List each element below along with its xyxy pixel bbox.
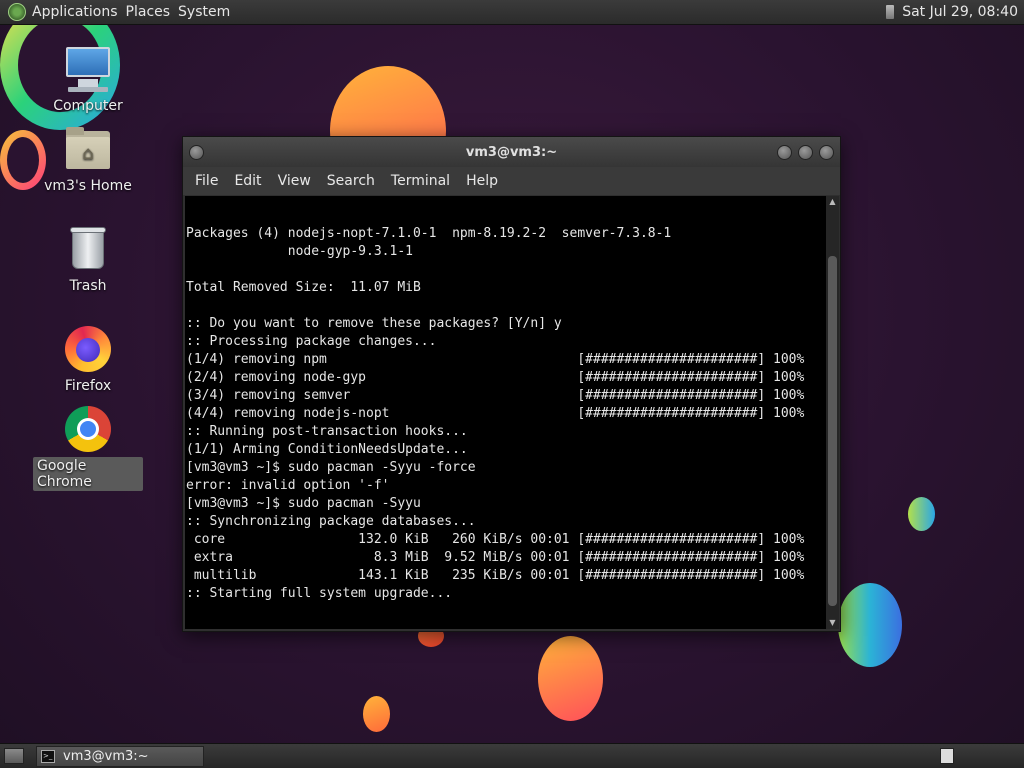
firefox-icon (64, 325, 112, 373)
bottom-panel: >_ vm3@vm3:~ (0, 743, 1024, 768)
terminal-line: error: invalid option '-f' (186, 478, 390, 493)
scroll-up-arrow-icon[interactable]: ▲ (826, 196, 839, 208)
menu-search[interactable]: Search (319, 173, 383, 189)
terminal-menubar: File Edit View Search Terminal Help (183, 167, 840, 195)
trash-icon (64, 225, 112, 273)
terminal-line: node-gyp-9.3.1-1 (186, 244, 413, 259)
terminal-line: multilib 143.1 KiB 235 KiB/s 00:01 [####… (186, 568, 805, 583)
terminal-output[interactable]: Packages (4) nodejs-nopt-7.1.0-1 npm-8.1… (185, 196, 826, 629)
terminal-line: (3/4) removing semver [#################… (186, 388, 805, 403)
terminal-line: (4/4) removing nodejs-nopt [############… (186, 406, 805, 421)
terminal-line: :: Starting full system upgrade... (186, 586, 453, 601)
scroll-down-arrow-icon[interactable]: ▼ (826, 617, 839, 629)
terminal-line: extra 8.3 MiB 9.52 MiB/s 00:01 [########… (186, 550, 805, 565)
desktop-icon-label: Trash (69, 278, 107, 294)
terminal-text: Packages (4) nodejs-nopt-7.1.0-1 npm-8.1… (185, 196, 826, 629)
desktop-icon-chrome[interactable]: Google Chrome (33, 405, 143, 491)
home-folder-icon: ⌂ (64, 125, 112, 173)
window-titlebar[interactable]: vm3@vm3:~ (183, 137, 840, 167)
terminal-window: vm3@vm3:~ File Edit View Search Terminal… (182, 136, 841, 632)
wallpaper-orange-blob-bottom (538, 636, 603, 721)
desktop-icon-label: Computer (53, 98, 123, 114)
terminal-line: Packages (4) nodejs-nopt-7.1.0-1 npm-8.1… (186, 226, 672, 241)
chrome-icon (64, 405, 112, 453)
workspace-switcher[interactable] (940, 748, 954, 764)
network-tray-icon[interactable] (886, 5, 895, 19)
terminal-line: (1/4) removing npm [####################… (186, 352, 805, 367)
menu-places[interactable]: Places (126, 4, 179, 20)
terminal-line: :: Do you want to remove these packages?… (186, 316, 562, 331)
menu-system[interactable]: System (178, 4, 238, 20)
clock[interactable]: Sat Jul 29, 08:40 (902, 4, 1018, 20)
menu-edit[interactable]: Edit (226, 173, 269, 189)
desktop-icon-label: vm3's Home (44, 178, 132, 194)
top-panel: Applications Places System Sat Jul 29, 0… (0, 0, 1024, 25)
terminal-line: :: Running post-transaction hooks... (186, 424, 468, 439)
desktop-icon-trash[interactable]: Trash (33, 225, 143, 295)
desktop-icon-label: Google Chrome (33, 457, 143, 491)
wallpaper-small-orange-blob (363, 696, 390, 732)
menu-applications[interactable]: Applications (32, 4, 126, 20)
terminal-line: :: Synchronizing package databases... (186, 514, 476, 529)
terminal-line: [vm3@vm3 ~]$ sudo pacman -Syyu -force (186, 460, 476, 475)
terminal-line: core 132.0 KiB 260 KiB/s 00:01 [########… (186, 532, 805, 547)
computer-icon (64, 45, 112, 93)
menu-file[interactable]: File (187, 173, 226, 189)
taskbar-terminal-button[interactable]: >_ vm3@vm3:~ (36, 745, 204, 767)
show-desktop-icon[interactable] (4, 748, 24, 764)
desktop-icon-computer[interactable]: Computer (33, 45, 143, 115)
terminal-line: (2/4) removing node-gyp [###############… (186, 370, 805, 385)
menu-help[interactable]: Help (458, 173, 506, 189)
terminal-line: (1/1) Arming ConditionNeedsUpdate... (186, 442, 468, 457)
desktop-icon-firefox[interactable]: Firefox (33, 325, 143, 395)
wallpaper-blue-blob (838, 583, 902, 667)
scrollbar-thumb[interactable] (828, 256, 837, 606)
menu-terminal[interactable]: Terminal (383, 173, 458, 189)
applications-logo-icon[interactable] (8, 3, 26, 21)
desktop-icon-home[interactable]: ⌂ vm3's Home (33, 125, 143, 195)
wallpaper-green-blob (908, 497, 935, 531)
terminal-icon: >_ (41, 749, 55, 763)
terminal-scrollbar[interactable]: ▲ ▼ (826, 196, 839, 629)
window-title: vm3@vm3:~ (465, 144, 558, 160)
desktop-icon-label: Firefox (64, 378, 112, 394)
task-label: vm3@vm3:~ (63, 748, 149, 764)
menu-view[interactable]: View (270, 173, 319, 189)
terminal-line: :: Processing package changes... (186, 334, 437, 349)
terminal-line: Total Removed Size: 11.07 MiB (186, 280, 421, 295)
terminal-line: [vm3@vm3 ~]$ sudo pacman -Syyu (186, 496, 421, 511)
